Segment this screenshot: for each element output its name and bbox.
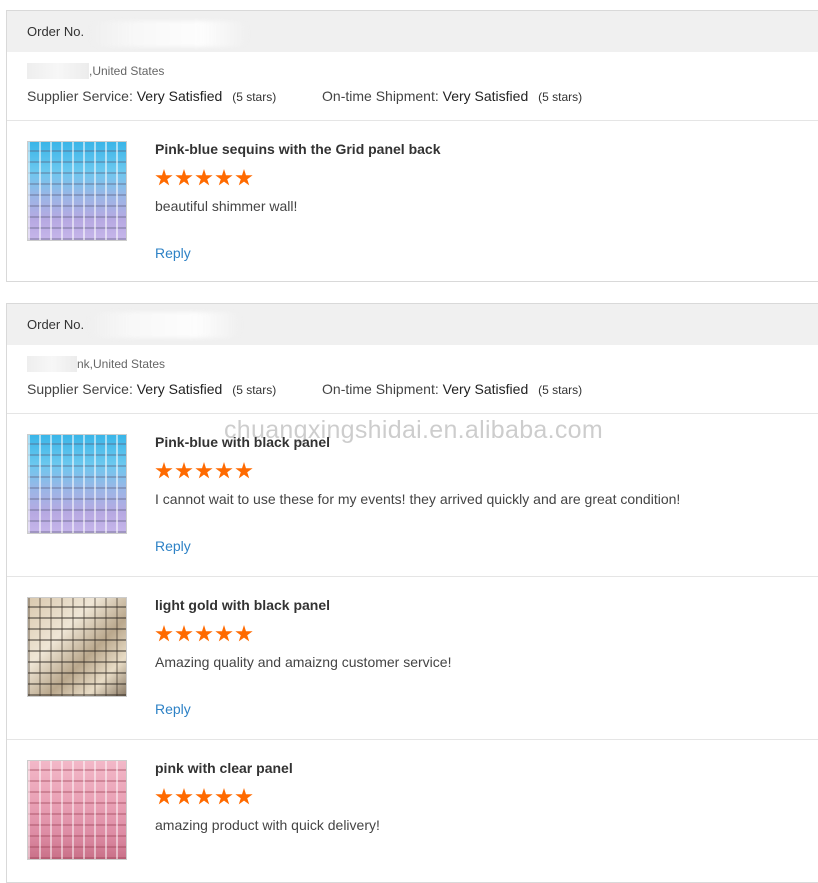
review-comment: I cannot wait to use these for my events… xyxy=(155,491,681,507)
divider xyxy=(7,739,818,740)
rating-stars xyxy=(155,788,255,808)
reply-link[interactable]: Reply xyxy=(155,538,191,554)
review-comment: amazing product with quick delivery! xyxy=(155,817,380,833)
shipment-label: On-time Shipment: xyxy=(322,88,439,104)
order-header: Order No. xyxy=(7,11,818,52)
order-header: Order No. xyxy=(7,304,818,345)
rating-stars xyxy=(155,462,255,482)
review-card: Order No. ,United States Supplier Servic… xyxy=(6,10,818,282)
shop-ratings: Supplier Service: Very Satisfied (5 star… xyxy=(27,88,582,104)
redacted-buyer-name xyxy=(27,63,89,79)
star-icon xyxy=(215,169,233,186)
star-icon xyxy=(155,625,173,642)
watermark: chuangxingshidai.en.alibaba.com xyxy=(224,416,604,444)
divider xyxy=(7,120,818,121)
reply-link[interactable]: Reply xyxy=(155,701,191,717)
item-title[interactable]: pink with clear panel xyxy=(155,760,293,776)
shop-ratings: Supplier Service: Very Satisfied (5 star… xyxy=(27,381,582,397)
star-icon xyxy=(175,462,193,479)
redacted-order-number xyxy=(87,312,242,338)
supplier-service-stars: (5 stars) xyxy=(232,90,277,104)
order-number-label: Order No. xyxy=(27,317,85,332)
supplier-service-label: Supplier Service: xyxy=(27,381,133,397)
star-icon xyxy=(175,788,193,805)
rating-stars xyxy=(155,625,255,645)
star-icon xyxy=(215,462,233,479)
item-title[interactable]: light gold with black panel xyxy=(155,597,330,613)
redacted-buyer-name xyxy=(27,356,77,372)
star-icon xyxy=(175,625,193,642)
star-icon xyxy=(235,462,253,479)
star-icon xyxy=(175,169,193,186)
order-number-label: Order No. xyxy=(27,24,85,39)
star-icon xyxy=(195,169,213,186)
sequin-panel-pink-image[interactable] xyxy=(27,760,127,860)
review-card: Order No. nk,United States Supplier Serv… xyxy=(6,303,818,883)
review-comment: beautiful shimmer wall! xyxy=(155,198,298,214)
buyer-location: ,United States xyxy=(89,64,165,78)
rating-stars xyxy=(155,169,255,189)
shipment-label: On-time Shipment: xyxy=(322,381,439,397)
supplier-service-label: Supplier Service: xyxy=(27,88,133,104)
shipment-value: Very Satisfied xyxy=(442,88,529,104)
sequin-panel-blue-image[interactable] xyxy=(27,141,127,241)
shipment-stars: (5 stars) xyxy=(538,383,583,397)
supplier-service-stars: (5 stars) xyxy=(232,383,277,397)
star-icon xyxy=(215,788,233,805)
star-icon xyxy=(195,625,213,642)
shipment-stars: (5 stars) xyxy=(538,90,583,104)
item-title[interactable]: Pink-blue sequins with the Grid panel ba… xyxy=(155,141,441,157)
star-icon xyxy=(195,462,213,479)
redacted-order-number xyxy=(89,21,249,47)
sequin-panel-gold-image[interactable] xyxy=(27,597,127,697)
review-comment: Amazing quality and amaizng customer ser… xyxy=(155,654,452,670)
star-icon xyxy=(155,788,173,805)
buyer-location: nk,United States xyxy=(77,357,166,371)
star-icon xyxy=(235,625,253,642)
star-icon xyxy=(235,788,253,805)
star-icon xyxy=(155,169,173,186)
divider xyxy=(7,413,818,414)
sequin-panel-blue-image[interactable] xyxy=(27,434,127,534)
divider xyxy=(7,576,818,577)
star-icon xyxy=(155,462,173,479)
supplier-service-value: Very Satisfied xyxy=(136,381,223,397)
star-icon xyxy=(195,788,213,805)
star-icon xyxy=(215,625,233,642)
shipment-value: Very Satisfied xyxy=(442,381,529,397)
supplier-service-value: Very Satisfied xyxy=(136,88,223,104)
star-icon xyxy=(235,169,253,186)
reply-link[interactable]: Reply xyxy=(155,245,191,261)
